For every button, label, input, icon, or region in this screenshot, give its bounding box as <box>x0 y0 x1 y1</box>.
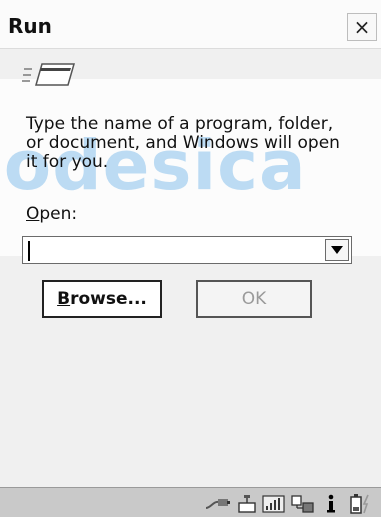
keyboard-icon[interactable] <box>236 494 258 514</box>
title-bar: Run × <box>0 0 381 49</box>
info-icon[interactable] <box>325 494 337 514</box>
connection-icon[interactable] <box>291 494 315 514</box>
browse-rest: rowse... <box>70 289 147 309</box>
chevron-down-icon <box>331 246 343 254</box>
dropdown-button[interactable] <box>325 239 349 261</box>
browse-button[interactable]: Browse... <box>42 280 162 318</box>
open-label-rest: pen: <box>39 204 78 224</box>
signal-icon[interactable] <box>262 494 286 514</box>
run-app-icon <box>22 63 75 86</box>
open-label-accel: O <box>26 204 40 224</box>
open-combobox[interactable] <box>22 236 352 264</box>
browse-accel: B <box>57 289 71 309</box>
close-icon: × <box>353 15 371 39</box>
open-label: Open: <box>26 204 77 224</box>
description-text: Type the name of a program, folder, or d… <box>26 114 340 172</box>
network-cable-icon[interactable] <box>205 494 231 512</box>
text-caret <box>28 241 30 261</box>
battery-icon[interactable] <box>349 494 373 514</box>
ok-label: OK <box>241 289 267 309</box>
close-button[interactable]: × <box>347 13 377 41</box>
window-title: Run <box>8 14 52 38</box>
ok-button[interactable]: OK <box>196 280 312 318</box>
taskbar <box>0 487 381 517</box>
